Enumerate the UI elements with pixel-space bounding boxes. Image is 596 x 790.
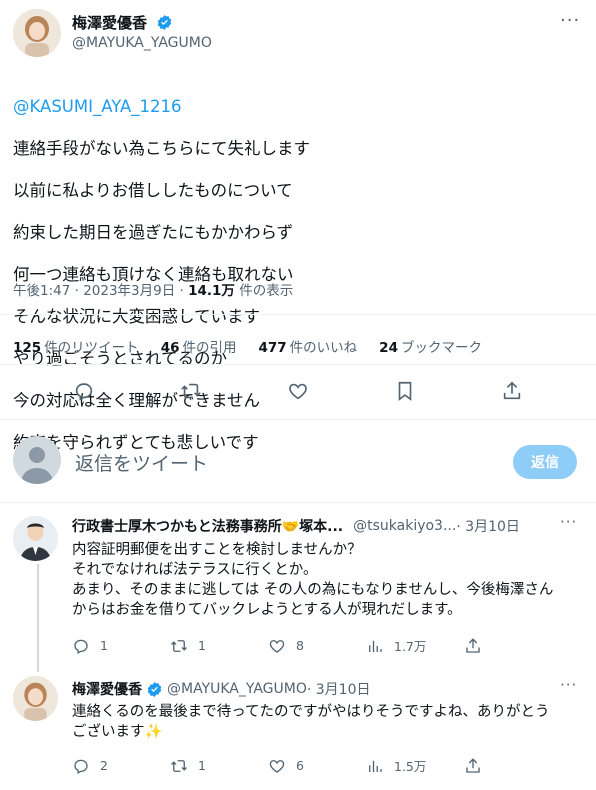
reply-retweet-action[interactable]: 1: [170, 756, 268, 775]
verified-badge-icon: [157, 15, 172, 30]
retweet-icon: [171, 639, 187, 652]
reply-date[interactable]: · 3月10日: [456, 516, 520, 536]
reply-like-action[interactable]: 6: [268, 756, 366, 775]
retweets-stat[interactable]: 125 件のリツイート: [13, 336, 139, 356]
reply-actions: 2 1 6 1.5万: [72, 756, 482, 775]
like-icon: [269, 639, 285, 653]
verified-badge-icon: [147, 681, 162, 697]
divider: [0, 364, 596, 365]
author-avatar[interactable]: [13, 9, 61, 57]
reply-views-action[interactable]: 1.5万: [366, 756, 464, 775]
like-icon[interactable]: [287, 380, 309, 402]
reply-avatar[interactable]: [13, 516, 58, 561]
mention-link[interactable]: @KASUMI_AYA_1216: [13, 96, 583, 117]
views-label: 件の表示: [234, 283, 294, 299]
tweet-timestamp[interactable]: 午後1:47 · 2023年3月9日 ·: [13, 283, 188, 299]
reply-author-handle[interactable]: @tsukakiyo3...: [353, 518, 456, 534]
reply-retweet-action[interactable]: 1: [170, 636, 268, 655]
reply-views-action[interactable]: 1.7万: [366, 636, 464, 655]
retweet-icon: [171, 759, 187, 772]
thread-connector: [37, 564, 39, 672]
reply-header: 行政書士厚木つかもと法務事務所🤝塚本... @tsukakiyo3... · 3…: [72, 516, 582, 536]
avatar-image: [13, 676, 58, 721]
likes-stat[interactable]: 477 件のいいね: [258, 336, 357, 356]
more-options-icon[interactable]: ···: [560, 513, 577, 531]
reply-header: 梅澤愛優香 @MAYUKA_YAGUMO · 3月10日: [72, 679, 552, 699]
more-options-icon[interactable]: ···: [560, 10, 580, 31]
reply-date[interactable]: · 3月10日: [307, 679, 371, 699]
bookmarks-stat[interactable]: 24 ブックマーク: [379, 336, 482, 356]
divider: [0, 314, 596, 315]
share-icon: [466, 757, 480, 773]
reply-icon[interactable]: [73, 380, 95, 402]
reply-author-handle[interactable]: @MAYUKA_YAGUMO: [167, 681, 307, 697]
reply-actions: 1 1 8 1.7万: [72, 636, 482, 655]
reply-icon: [74, 759, 88, 774]
quotes-stat[interactable]: 46 件の引用: [161, 336, 237, 356]
reply-author-name[interactable]: 行政書士厚木つかもと法務事務所🤝塚本...: [72, 516, 343, 536]
more-options-icon[interactable]: ···: [560, 676, 577, 694]
tweet-body: @KASUMI_AYA_1216 連絡手段がない為こちらにて失礼します 以前に私…: [13, 75, 583, 474]
tweet-meta: 午後1:47 · 2023年3月9日 · 14.1万 件の表示: [13, 279, 293, 299]
reply-text: 内容証明郵便を出すことを検討しませんか？ それでなければ法テラスに行くとか。 あ…: [72, 542, 554, 618]
avatar-image: [13, 9, 61, 57]
reply-share-action[interactable]: [464, 756, 482, 775]
views-count: 14.1万: [188, 283, 235, 299]
reply-like-action[interactable]: 8: [268, 636, 366, 655]
reply-text: 連絡くるのを最後まで待ってたのですがやはりそうですよね、ありがとう ございます✨: [72, 704, 550, 740]
author-name[interactable]: 梅澤愛優香: [72, 14, 147, 32]
reply-share-action[interactable]: [464, 636, 482, 655]
reply-icon: [74, 639, 88, 654]
author-handle[interactable]: @MAYUKA_YAGUMO: [72, 35, 212, 51]
reply-submit-button[interactable]: 返信: [513, 445, 577, 479]
reply-avatar[interactable]: [13, 676, 58, 721]
reply-reply-action[interactable]: 2: [72, 756, 170, 775]
reply-input[interactable]: 返信をツイート: [75, 449, 208, 476]
divider: [0, 419, 596, 420]
divider: [0, 502, 596, 503]
current-user-avatar[interactable]: [13, 436, 61, 484]
tweet-line: 連絡手段がない為こちらにて失礼します: [13, 139, 310, 158]
share-icon[interactable]: [501, 380, 523, 402]
author-name-row[interactable]: 梅澤愛優香: [72, 12, 173, 33]
avatar-image: [13, 516, 58, 561]
tweet-line: 約束した期日を過ぎたにもかかわらず: [13, 223, 294, 242]
tweet-line: 以前に私よりお借ししたものについて: [13, 181, 293, 200]
like-icon: [269, 759, 285, 773]
retweet-icon[interactable]: [180, 380, 202, 402]
reply-author-name[interactable]: 梅澤愛優香: [72, 679, 142, 699]
share-icon: [466, 637, 480, 653]
tweet-actions: [0, 380, 596, 402]
reply-reply-action[interactable]: 1: [72, 636, 170, 655]
default-avatar-icon: [21, 447, 53, 484]
analytics-icon: [369, 760, 382, 772]
tweet-stats: 125 件のリツイート 46 件の引用 477 件のいいね 24 ブックマーク: [13, 336, 482, 356]
tweet-line: そんな状況に大変困惑しています: [13, 307, 261, 326]
bookmark-icon[interactable]: [394, 380, 416, 402]
analytics-icon: [369, 640, 382, 652]
